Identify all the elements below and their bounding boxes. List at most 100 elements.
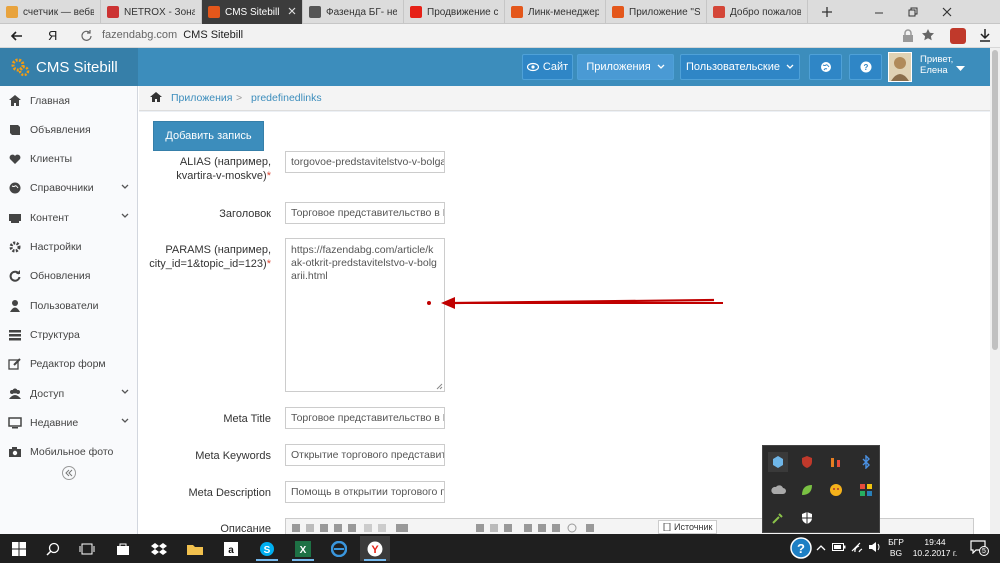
editor-source-button[interactable]: Источник <box>658 520 718 534</box>
globe-button[interactable] <box>809 54 842 80</box>
meta-description-input[interactable]: Помощь в открытии торгового представител… <box>285 481 445 503</box>
breadcrumb-apps[interactable]: Приложения <box>171 92 232 104</box>
meta-title-input[interactable]: Торговое представительство в Болгарии <box>285 407 445 429</box>
editor-format-tools[interactable] <box>476 523 646 533</box>
browser-tab[interactable]: Фазенда БГ- недв <box>303 0 404 24</box>
browser-tab[interactable]: Линк-менеджер <box>505 0 606 24</box>
sidebar-item[interactable]: Настройки <box>0 233 138 262</box>
help-button[interactable]: ? <box>849 54 882 80</box>
lock-button[interactable] <box>902 29 914 46</box>
tray-bluetooth-icon[interactable] <box>856 452 876 472</box>
add-record-button[interactable]: Добавить запись <box>153 121 264 151</box>
bookmark-button[interactable] <box>921 28 935 45</box>
sidebar-item[interactable]: Контент <box>0 203 138 232</box>
tray-cloud-app-icon[interactable] <box>768 452 788 472</box>
yandex-browser-app[interactable]: Y <box>360 536 390 561</box>
new-tab-button[interactable] <box>810 0 844 24</box>
close-tab-icon[interactable] <box>288 7 296 18</box>
sidebar-item[interactable]: Обновления <box>0 262 138 291</box>
sidebar-item[interactable]: Главная <box>0 86 138 115</box>
wifi-indicator[interactable] <box>850 541 864 556</box>
browser-tab[interactable]: NETROX - Зона с <box>101 0 202 24</box>
breadcrumb-home[interactable] <box>149 91 163 106</box>
store-app[interactable] <box>108 536 138 561</box>
downloads-button[interactable] <box>978 28 992 45</box>
url-field[interactable]: fazendabg.com CMS Sitebill <box>102 29 243 41</box>
alias-input[interactable]: torgovoe-predstavitelstvo-v-bolgarii <box>285 151 445 173</box>
user-dropdown-toggle[interactable] <box>956 63 965 75</box>
browser-tab-title: CMS Sitebill <box>225 6 280 18</box>
sidebar-collapse-button[interactable] <box>62 466 76 480</box>
sidebar-item[interactable]: Недавние <box>0 408 138 437</box>
dropbox-app[interactable] <box>144 536 174 561</box>
reload-button[interactable] <box>80 29 93 45</box>
file-explorer-app[interactable] <box>180 536 210 561</box>
tray-green-app-icon[interactable] <box>797 480 817 500</box>
browser-tab[interactable]: CMS Sitebill <box>202 0 303 24</box>
browser-tab[interactable]: Добро пожалова <box>707 0 808 24</box>
task-view-button[interactable] <box>72 536 102 561</box>
browser-tab[interactable]: Приложение "SE <box>606 0 707 24</box>
tray-onedrive-icon[interactable] <box>768 480 788 500</box>
sidebar-item-label: Объявления <box>30 123 91 136</box>
tray-color-app-icon[interactable] <box>856 480 876 500</box>
scrollbar-thumb[interactable] <box>992 50 998 350</box>
params-textarea[interactable]: https://fazendabg.com/article/kak-otkrit… <box>285 238 445 392</box>
sidebar-item[interactable]: Объявления <box>0 115 138 144</box>
yandex-button[interactable]: Я <box>48 28 57 43</box>
sidebar-item-label: Недавние <box>30 416 79 429</box>
url-page-title: CMS Sitebill <box>183 29 244 41</box>
sidebar-item[interactable]: Пользователи <box>0 291 138 320</box>
volume-indicator[interactable] <box>868 541 882 556</box>
apps-menu-button[interactable]: Приложения <box>577 54 674 80</box>
tray-shield-app-icon[interactable] <box>797 452 817 472</box>
breadcrumb-current[interactable]: predefinedlinks <box>251 92 322 104</box>
help-tray-button[interactable]: ? <box>790 537 812 562</box>
resize-handle-icon[interactable] <box>436 383 443 390</box>
browser-tab[interactable]: Продвижение са <box>404 0 505 24</box>
tray-tool-app-icon[interactable] <box>768 508 788 528</box>
meta-keywords-input[interactable]: Открытие торгового представительства <box>285 444 445 466</box>
extension-icon[interactable] <box>950 28 966 44</box>
search-button[interactable] <box>38 536 68 561</box>
star-icon <box>922 29 934 41</box>
clock[interactable]: 19:44 10.2.2017 г. <box>910 537 960 559</box>
browser-tab[interactable]: счетчик — вебви <box>0 0 101 24</box>
sidebar-item[interactable]: Структура <box>0 320 138 349</box>
cms-logo[interactable]: CMS Sitebill <box>0 48 138 86</box>
user-menu-label: Пользовательские <box>686 61 780 73</box>
sidebar-item-label: Мобильное фото <box>30 446 114 459</box>
start-button[interactable] <box>4 536 34 561</box>
sidebar-item[interactable]: Доступ <box>0 379 138 408</box>
amazon-app[interactable]: a <box>216 536 246 561</box>
tray-emoji-app-icon[interactable] <box>826 480 846 500</box>
sidebar-item[interactable]: Справочники <box>0 174 138 203</box>
browser-tab-bar: счетчик — вебви NETROX - Зона с CMS Sitebi… <box>0 0 1000 24</box>
input-language[interactable]: БГР BG <box>888 537 904 559</box>
page-scrollbar[interactable] <box>990 48 1000 534</box>
back-button[interactable] <box>10 29 24 46</box>
avatar[interactable] <box>888 52 912 82</box>
restore-button[interactable] <box>896 0 930 24</box>
title-input[interactable]: Торговое представительство в Болгарии <box>285 202 445 224</box>
action-center-button[interactable]: 5 <box>970 540 989 557</box>
editor-tool-group[interactable] <box>292 523 422 533</box>
battery-indicator[interactable] <box>832 542 846 555</box>
user-greeting[interactable]: Привет, Елена <box>920 54 953 76</box>
windows-logo-icon <box>12 541 26 556</box>
tray-defender-icon[interactable] <box>797 508 817 528</box>
sidebar-item[interactable]: Клиенты <box>0 145 138 174</box>
show-hidden-icons-button[interactable] <box>816 543 826 555</box>
excel-app[interactable]: X <box>288 536 318 561</box>
minimize-button[interactable] <box>862 0 896 24</box>
bar-chart-icon <box>6 6 18 18</box>
skype-app[interactable]: S <box>252 536 282 561</box>
url-domain: fazendabg.com <box>102 29 178 41</box>
edge-app[interactable] <box>324 536 354 561</box>
close-window-button[interactable] <box>930 0 964 24</box>
sidebar-item[interactable]: Мобильное фото <box>0 438 138 467</box>
user-menu-button[interactable]: Пользовательские <box>680 54 800 80</box>
tray-volume-app-icon[interactable] <box>826 452 846 472</box>
site-button[interactable]: Сайт <box>522 54 573 80</box>
sidebar-item[interactable]: Редактор форм <box>0 350 138 379</box>
